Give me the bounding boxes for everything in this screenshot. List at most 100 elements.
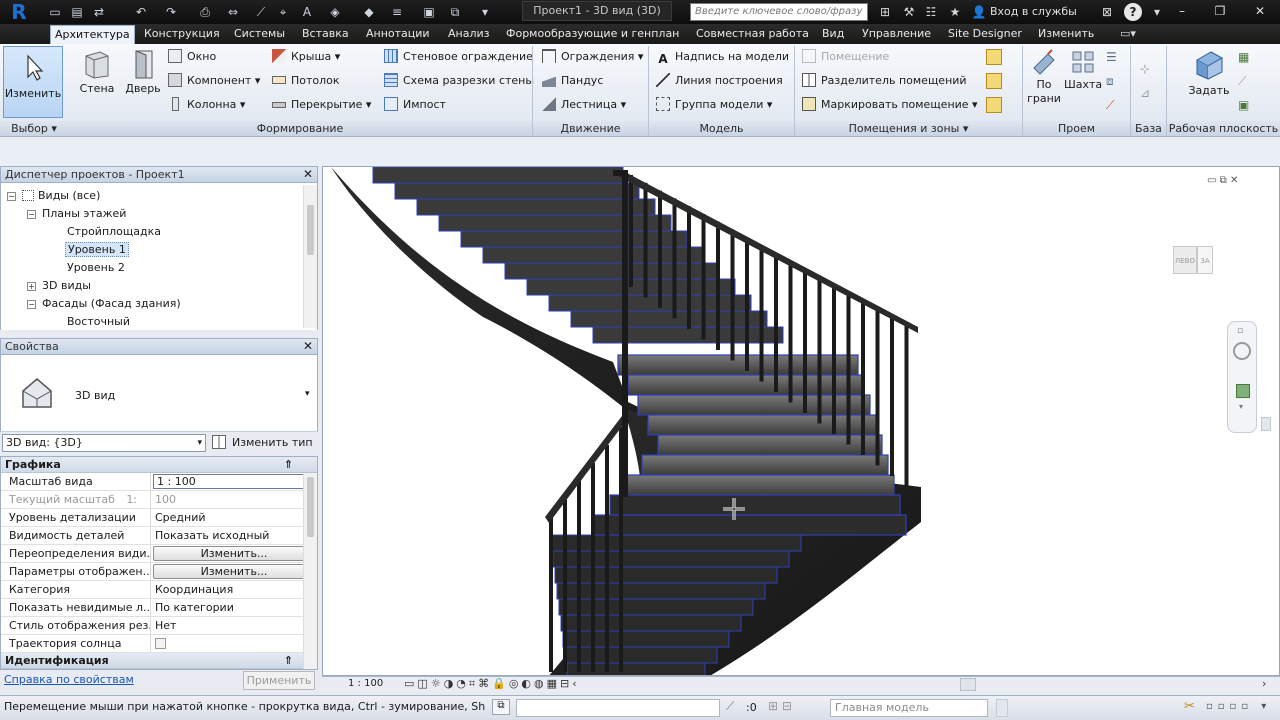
door-button[interactable]: Дверь — [122, 48, 164, 118]
viewer-icon[interactable]: ▣ — [1238, 98, 1254, 114]
chevron-down-icon[interactable]: ▾ — [1239, 402, 1243, 411]
panel-title-room-area[interactable]: Помещения и зоны ▾ — [795, 121, 1022, 136]
help-icon[interactable]: ? — [1124, 3, 1142, 21]
revit-logo-icon[interactable]: R — [4, 1, 34, 23]
floor-button[interactable]: Перекрытие ▾ — [272, 95, 371, 115]
apply-button[interactable]: Применить — [243, 671, 315, 690]
reveal-hidden-icon[interactable]: ◐ — [521, 677, 534, 690]
press-drag-icon[interactable]: ✂ — [1184, 699, 1195, 714]
tab-site-designer[interactable]: Site Designer — [944, 25, 1026, 44]
analytical-model-icon[interactable]: ◍ — [534, 677, 547, 690]
shaft-button[interactable]: Шахта — [1064, 48, 1102, 118]
detail-level-icon[interactable]: ▭ — [404, 677, 417, 690]
stair-button[interactable]: Лестница ▾ — [542, 95, 626, 115]
view-scale[interactable]: 1 : 100 — [348, 678, 383, 689]
expand-icon[interactable]: + — [27, 282, 36, 291]
prop-row-discipline[interactable]: Категория Координация — [1, 581, 317, 599]
project-browser-scrollbar[interactable] — [303, 185, 317, 328]
area-boundary-icon[interactable] — [986, 73, 1002, 89]
tag-room-button[interactable]: Маркировать помещение ▾ — [802, 95, 978, 115]
render-icon[interactable]: ◔ — [456, 677, 469, 690]
tools-icon[interactable]: ⚒ — [900, 3, 918, 21]
tag-area-icon[interactable] — [986, 97, 1002, 113]
prop-row-hidden-lines[interactable]: Показать невидимые л... По категории — [1, 599, 317, 617]
prop-value[interactable]: Нет — [151, 617, 317, 634]
curtain-system-button[interactable]: Стеновое ограждение — [384, 47, 533, 67]
save-icon[interactable]: ▤ — [68, 3, 86, 21]
scroll-right-icon[interactable]: › — [1262, 677, 1266, 690]
properties-scrollbar[interactable] — [303, 473, 317, 669]
tab-systems[interactable]: Системы — [230, 25, 289, 44]
type-selector-preview[interactable]: 3D вид ▾ — [0, 355, 318, 432]
maximize-icon[interactable]: ❐ — [1206, 0, 1234, 22]
prop-row-analysis-display[interactable]: Стиль отображения рез... Нет — [1, 617, 317, 635]
viewcube-front-face[interactable]: ЗА — [1197, 246, 1213, 274]
vertical-opening-icon[interactable]: ⧈ — [1106, 74, 1122, 90]
subscription-icon[interactable]: ☷ — [922, 3, 940, 21]
scroll-left-icon[interactable]: ‹ — [572, 677, 579, 690]
sun-path-checkbox[interactable] — [155, 638, 166, 649]
collapse-icon[interactable]: − — [27, 210, 36, 219]
prop-value[interactable]: Показать исходный — [151, 527, 317, 544]
qat-dropdown-icon[interactable]: ▾ — [476, 3, 494, 21]
show-workplane-icon[interactable]: ▦ — [1238, 50, 1254, 66]
modify-button[interactable]: Изменить — [3, 46, 63, 118]
user-icon[interactable]: 👤 — [970, 3, 988, 21]
viewcube[interactable]: ЛЕВО ЗА — [1173, 242, 1223, 278]
constraints-icon[interactable]: ⊟ — [560, 677, 572, 690]
prop-row-detail-level[interactable]: Уровень детализации Средний — [1, 509, 317, 527]
graphic-display-edit-button[interactable]: Изменить... — [153, 564, 315, 579]
view-control-icons[interactable]: ▭◫☼◑◔⌗⌘🔒◎◐◍▦⊟‹ — [404, 677, 580, 691]
editable-only-toggle[interactable] — [996, 699, 1008, 717]
scroll-thumb[interactable] — [307, 477, 314, 537]
tab-massing-site[interactable]: Формообразующие и генплан — [502, 25, 683, 44]
area-icon[interactable] — [986, 49, 1002, 65]
switch-windows-icon[interactable]: ⧉ — [446, 3, 464, 21]
tab-collaborate[interactable]: Совместная работа — [692, 25, 813, 44]
prop-value[interactable]: Средний — [151, 509, 317, 526]
sync-icon[interactable]: ⇄ — [90, 3, 108, 21]
collapse-icon[interactable]: − — [7, 192, 16, 201]
railing-button[interactable]: Ограждения ▾ — [542, 47, 643, 67]
navbar-close-icon[interactable]: ▫ — [1237, 326, 1243, 336]
instance-selector[interactable]: 3D вид: {3D} ▾ — [2, 434, 206, 452]
tree-item-site[interactable]: Стройплощадка — [67, 223, 161, 241]
wall-button[interactable]: Стена — [76, 48, 118, 118]
crop-icon[interactable]: ⌗ — [469, 677, 478, 690]
tree-item-east[interactable]: Восточный — [67, 313, 130, 331]
tab-manage[interactable]: Управление — [858, 25, 935, 44]
help-dropdown-icon[interactable]: ▾ — [1148, 3, 1166, 21]
tab-structure[interactable]: Конструкция — [140, 25, 224, 44]
tab-insert[interactable]: Вставка — [298, 25, 353, 44]
collapse-group-icon[interactable]: ⇑ — [284, 653, 293, 669]
aligned-dimension-icon[interactable]: ⟋ — [252, 3, 270, 21]
measure-icon[interactable]: ⇔ — [224, 3, 242, 21]
lock-view-icon[interactable]: 🔒 — [492, 677, 509, 690]
binoculars-icon[interactable]: ⊞ — [876, 3, 894, 21]
tree-item-elevations[interactable]: − Фасады (Фасад здания) — [27, 295, 181, 313]
design-options-icon[interactable]: ⊞ ⊟ — [768, 699, 824, 717]
horizontal-scroll-thumb[interactable] — [960, 678, 976, 691]
tab-view[interactable]: Вид — [818, 25, 848, 44]
3d-viewport[interactable]: ▭ ⧉ ✕ ЛЕВО ЗА ▫ ▾ — [322, 166, 1280, 676]
model-group-button[interactable]: Группа модели ▾ — [656, 95, 772, 115]
show-crop-icon[interactable]: ⌘ — [478, 677, 492, 690]
tab-architecture[interactable]: Архитектура — [50, 25, 135, 44]
viewport-scroll-handle[interactable] — [1261, 417, 1271, 431]
exchange-apps-icon[interactable]: ⊠ — [1098, 3, 1116, 21]
selection-toggle-icons[interactable]: ▫▫▫▫ ▾ — [1206, 701, 1271, 712]
vg-overrides-edit-button[interactable]: Изменить... — [153, 546, 315, 561]
ceiling-button[interactable]: Потолок — [272, 71, 340, 91]
favorites-icon[interactable]: ★ — [946, 3, 964, 21]
view-scale-input[interactable]: 1 : 100 — [153, 474, 315, 489]
viewcube-left-face[interactable]: ЛЕВО — [1173, 246, 1197, 274]
ramp-button[interactable]: Пандус — [542, 71, 603, 91]
redo-icon[interactable]: ↷ — [162, 3, 180, 21]
type-dropdown-icon[interactable]: ▾ — [305, 389, 310, 399]
panel-title-select[interactable]: Выбор ▾ — [0, 121, 68, 136]
tab-annotate[interactable]: Аннотации — [362, 25, 434, 44]
print-icon[interactable]: ⎙ — [196, 3, 214, 21]
minimize-icon[interactable]: – — [1168, 0, 1196, 22]
model-line-button[interactable]: Линия построения — [656, 71, 783, 91]
close-hidden-icon[interactable]: ▣ — [420, 3, 438, 21]
